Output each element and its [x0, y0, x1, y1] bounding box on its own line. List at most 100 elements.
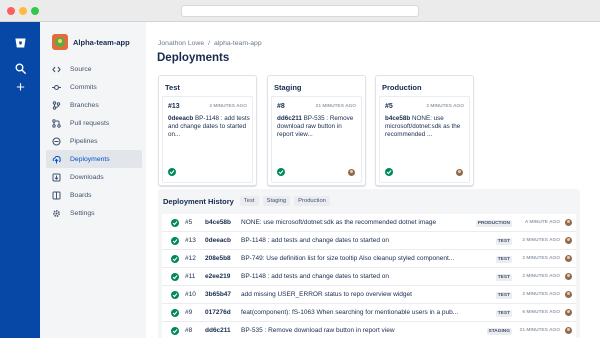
deployment-time: 2 MINUTES AGO: [426, 104, 464, 109]
repo-name: Alpha-team-app: [73, 37, 130, 47]
commit-hash[interactable]: 0deeacb: [168, 115, 193, 122]
search-icon[interactable]: [15, 63, 26, 74]
breadcrumb-user-link[interactable]: Jonathon Lowe: [158, 40, 204, 47]
commit-hash[interactable]: 017276d: [205, 309, 231, 316]
create-plus-icon[interactable]: +: [14, 80, 27, 95]
deployment-number: #12: [185, 255, 196, 262]
latest-deployment-card[interactable]: #5 2 MINUTES AGO b4ce58b NONE: use micro…: [379, 96, 470, 183]
deployment-history-header: Deployment History Test Staging Producti…: [163, 196, 334, 206]
deployment-number: #11: [185, 273, 196, 280]
user-avatar[interactable]: [565, 273, 572, 280]
user-avatar[interactable]: [565, 237, 572, 244]
environment-badge: TEST: [495, 256, 512, 263]
deployment-number: #8: [277, 103, 285, 110]
deployment-history-title: Deployment History: [163, 196, 234, 206]
success-check-icon: [171, 327, 179, 335]
success-check-icon: [171, 309, 179, 317]
commit-hash[interactable]: dd6c211: [277, 115, 302, 122]
deployment-message: 0deeacb BP-1148 : add tests and change d…: [168, 115, 250, 139]
sidebar-item-branches[interactable]: Branches: [46, 96, 142, 114]
deployment-row[interactable]: #5 b4ce58b NONE: use microsoft/dotnet:sd…: [162, 214, 576, 232]
environment-badge: TEST: [495, 310, 512, 317]
repo-header[interactable]: Alpha-team-app: [52, 32, 130, 52]
filter-production-button[interactable]: Production: [294, 196, 330, 206]
commit-hash[interactable]: b4ce58b: [205, 219, 231, 226]
global-navigation: +: [0, 22, 40, 338]
commit-message: BP-535 : Remove download raw button in r…: [241, 327, 395, 334]
window-titlebar: [0, 0, 600, 22]
user-avatar[interactable]: [565, 327, 572, 334]
deployment-time: 21 MINUTES AGO: [315, 104, 356, 109]
downloads-icon: [52, 173, 61, 182]
deployment-time: A MINUTE AGO: [524, 220, 560, 225]
deployment-number: #10: [185, 291, 196, 298]
commit-hash[interactable]: 0deeacb: [205, 237, 231, 244]
deployment-row[interactable]: #8 dd6c211 BP-535 : Remove download raw …: [162, 322, 576, 338]
commits-icon: [52, 83, 61, 92]
latest-deployment-card[interactable]: #13 2 MINUTES AGO 0deeacb BP-1148 : add …: [162, 96, 253, 183]
commit-hash[interactable]: 3b65b47: [205, 291, 231, 298]
user-avatar[interactable]: [565, 309, 572, 316]
user-avatar[interactable]: [565, 219, 572, 226]
pull-request-icon: [52, 118, 61, 128]
settings-gear-icon: [52, 209, 61, 218]
deployment-message: b4ce58b NONE: use microsoft/dotnet:sdk a…: [385, 115, 467, 139]
deployment-row[interactable]: #9 017276d feat(component): fS-1063 When…: [162, 304, 576, 322]
success-check-icon: [171, 255, 179, 263]
filter-test-button[interactable]: Test: [239, 196, 259, 206]
latest-deployment-card[interactable]: #8 21 MINUTES AGO dd6c211 BP-535 : Remov…: [271, 96, 362, 183]
deployment-time: 2 MINUTES AGO: [209, 104, 247, 109]
user-avatar[interactable]: [348, 169, 355, 176]
breadcrumb: Jonathon Lowe / alpha-team-app: [158, 40, 266, 47]
deployment-number: #13: [168, 103, 180, 110]
deployment-time: 2 MINUTES AGO: [522, 274, 560, 279]
sidebar-item-label: Commits: [70, 83, 97, 91]
sidebar-item-deployments[interactable]: Deployments: [46, 150, 142, 168]
sidebar-item-label: Settings: [70, 209, 95, 217]
sidebar-item-label: Branches: [70, 101, 99, 109]
commit-hash[interactable]: e2ee219: [205, 273, 230, 280]
sidebar-item-label: Source: [70, 65, 92, 73]
sidebar-item-pipelines[interactable]: Pipelines: [46, 132, 142, 150]
maximize-window-button[interactable]: [31, 7, 39, 15]
filter-staging-button[interactable]: Staging: [262, 196, 291, 206]
deployment-row[interactable]: #12 208e5b8 BP-749: Use definition list …: [162, 250, 576, 268]
environment-card-production: Production #5 2 MINUTES AGO b4ce58b NONE…: [375, 75, 474, 186]
commit-hash[interactable]: 208e5b8: [205, 255, 231, 262]
sidebar-item-settings[interactable]: Settings: [46, 204, 142, 222]
success-check-icon: [171, 219, 179, 227]
environment-name: Staging: [274, 83, 302, 92]
sidebar-item-source[interactable]: Source: [46, 60, 142, 78]
browser-window: + Alpha-team-app Source Commits Branches…: [0, 0, 600, 338]
deployment-row[interactable]: #13 0deeacb BP-1148 : add tests and chan…: [162, 232, 576, 250]
branches-icon: [52, 100, 61, 110]
user-avatar[interactable]: [565, 255, 572, 262]
close-window-button[interactable]: [7, 7, 15, 15]
user-avatar[interactable]: [456, 169, 463, 176]
user-avatar[interactable]: [565, 291, 572, 298]
commit-message: NONE: use microsoft/dotnet:sdk as the re…: [241, 219, 437, 226]
sidebar-item-label: Downloads: [70, 173, 104, 181]
commit-message: BP-1148 : add tests and change dates to …: [241, 273, 390, 280]
minimize-window-button[interactable]: [19, 7, 27, 15]
pipelines-icon: [52, 136, 61, 146]
deployments-icon: [52, 155, 61, 164]
environment-name: Production: [382, 83, 422, 92]
breadcrumb-repo-link[interactable]: alpha-team-app: [214, 40, 262, 47]
address-bar[interactable]: [181, 5, 419, 17]
deployment-row[interactable]: #11 e2ee219 BP-1148 : add tests and chan…: [162, 268, 576, 286]
deployment-row[interactable]: #10 3b65b47 add missing USER_ERROR statu…: [162, 286, 576, 304]
sidebar-item-downloads[interactable]: Downloads: [46, 168, 142, 186]
sidebar-item-boards[interactable]: Boards: [46, 186, 142, 204]
sidebar-item-pull-requests[interactable]: Pull requests: [46, 114, 142, 132]
commit-hash[interactable]: b4ce58b: [385, 115, 410, 122]
deployment-time: 2 MINUTES AGO: [522, 292, 560, 297]
sidebar-item-commits[interactable]: Commits: [46, 78, 142, 96]
commit-hash[interactable]: dd6c211: [205, 327, 231, 334]
source-code-icon: [52, 65, 61, 74]
success-check-icon: [171, 237, 179, 245]
environment-badge: TEST: [495, 238, 512, 245]
sidebar-nav: Source Commits Branches Pull requests Pi…: [46, 60, 142, 222]
bitbucket-logo-icon[interactable]: [15, 38, 26, 48]
environment-name: Test: [165, 83, 180, 92]
